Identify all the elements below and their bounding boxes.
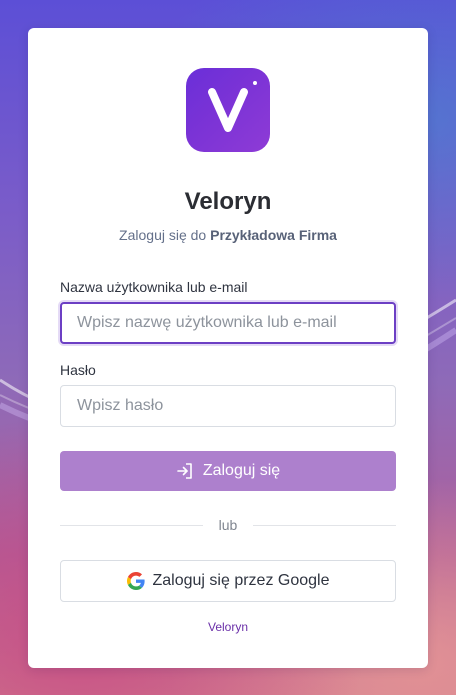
- google-icon: [126, 572, 145, 590]
- divider-line-right: [253, 524, 396, 526]
- app-title: Veloryn: [184, 188, 272, 215]
- divider-line-left: [60, 524, 203, 526]
- login-subtitle: Zaloguj się do Przykładowa Firma: [28, 227, 428, 243]
- login-button[interactable]: Zaloguj się: [60, 451, 396, 491]
- password-input[interactable]: [60, 385, 396, 427]
- logo-v-icon: [208, 81, 257, 132]
- divider-text: lub: [218, 517, 238, 533]
- or-divider: lub: [60, 516, 396, 534]
- subtitle-prefix: Zaloguj się do: [119, 227, 207, 243]
- login-button-label: Zaloguj się: [202, 462, 281, 479]
- veloryn-logo: [186, 68, 270, 152]
- google-button-label: Zaloguj się przez Google: [152, 572, 330, 589]
- organization-name: Przykładowa Firma: [210, 227, 337, 243]
- username-input[interactable]: [60, 302, 396, 344]
- login-card: Veloryn Zaloguj się do Przykładowa Firma…: [28, 28, 428, 668]
- google-login-button[interactable]: Zaloguj się przez Google: [60, 560, 396, 602]
- password-label: Hasło: [60, 362, 96, 378]
- username-label: Nazwa użytkownika lub e-mail: [60, 279, 248, 295]
- sign-in-icon: [177, 463, 192, 479]
- footer-brand-link[interactable]: Veloryn: [28, 620, 428, 634]
